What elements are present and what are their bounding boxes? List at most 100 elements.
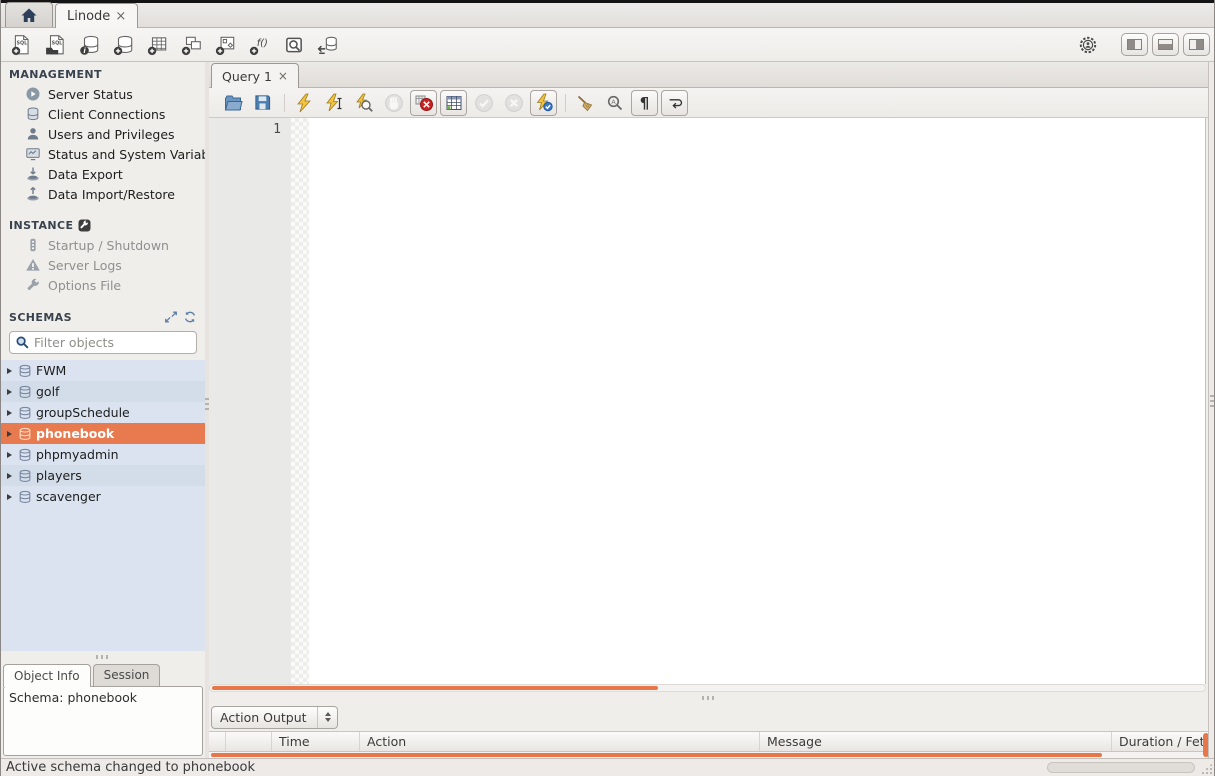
toggle-word-wrap-button[interactable] [661,90,688,116]
new-sql-tab-button[interactable]: SQL [7,31,37,59]
expander-icon[interactable] [7,389,12,395]
fold-margin [291,118,309,684]
beautify-script-button[interactable] [571,90,598,116]
create-schema-button[interactable] [109,31,139,59]
create-schema-icon [113,34,135,56]
status-scrollbar-thumb[interactable] [1047,762,1195,773]
sidebar-item-client-connections[interactable]: Client Connections [1,104,205,124]
toolbar-right-group [1073,31,1210,59]
editor-horizontal-scrollbar[interactable] [209,684,1206,692]
scrollbar-thumb[interactable] [212,686,658,690]
toggle-stop-on-error-button[interactable] [410,90,437,116]
column-message[interactable]: Message [759,732,1111,751]
toggle-bottom-panel-button[interactable] [1152,33,1179,56]
sidebar-splitter[interactable] [1,651,205,662]
toggle-autocommit-button[interactable] [530,90,557,116]
connection-tab-close-icon[interactable]: × [115,9,126,24]
save-script-button[interactable] [249,90,276,116]
sidebar-item-startup-shutdown[interactable]: Startup / Shutdown [1,235,205,255]
column-index[interactable] [225,732,271,751]
sidebar-item-server-logs[interactable]: Server Logs [1,255,205,275]
create-view-button[interactable] [177,31,207,59]
editor-output-splitter[interactable] [209,692,1208,703]
create-function-icon: f() [249,34,271,56]
schema-item[interactable]: groupSchedule [1,402,205,423]
schema-list: FWM golf groupSchedule phonebook php [1,360,205,651]
schema-item[interactable]: FWM [1,360,205,381]
sidebar-item-options-file[interactable]: Options File [1,275,205,295]
refresh-icon[interactable] [183,310,197,324]
column-duration-fetch[interactable]: Duration / Fetch [1111,732,1208,751]
schema-item[interactable]: phonebook [1,423,205,444]
tab-session[interactable]: Session [93,664,161,686]
column-time[interactable]: Time [271,732,359,751]
admin-preferences-button[interactable] [1073,31,1103,59]
column-action[interactable]: Action [359,732,759,751]
dropdown-spinner-icon[interactable] [317,707,337,728]
output-type-label: Action Output [212,710,317,725]
sql-text-area[interactable] [309,118,1205,684]
schema-item[interactable]: phpmyadmin [1,444,205,465]
management-section-title: MANAGEMENT [1,64,205,84]
sql-editor[interactable]: 1 [209,118,1206,684]
execute-statement-button[interactable] [290,90,317,116]
find-button[interactable]: A [601,90,628,116]
tab-object-info[interactable]: Object Info [3,664,91,687]
expander-icon[interactable] [7,368,12,374]
expander-icon[interactable] [7,494,12,500]
expand-icon[interactable] [164,310,178,324]
schema-filter-box [9,331,197,354]
open-sql-script-button[interactable]: SQL [41,31,71,59]
line-number-gutter: 1 [209,118,291,684]
limit-rows-button[interactable] [440,90,467,116]
database-icon [18,490,32,504]
expander-icon[interactable] [7,452,12,458]
create-table-button[interactable] [143,31,173,59]
search-table-data-button[interactable] [279,31,309,59]
sidebar-item-data-export[interactable]: Data Export [1,164,205,184]
schema-item[interactable]: players [1,465,205,486]
status-variables-icon [25,146,41,162]
explain-plan-button[interactable] [350,90,377,116]
toggle-right-panel-button[interactable] [1183,33,1210,56]
commit-transaction-button[interactable] [470,90,497,116]
expander-icon[interactable] [7,410,12,416]
open-sql-script-icon: SQL [45,34,67,56]
connection-tab-linode[interactable]: Linode × [55,3,138,28]
rollback-transaction-button[interactable] [500,90,527,116]
open-script-button[interactable] [219,90,246,116]
sidebar-item-server-status[interactable]: Server Status [1,84,205,104]
database-inspector-button[interactable]: i [75,31,105,59]
right-panel-splitter[interactable] [1208,62,1215,758]
schema-item[interactable]: scavenger [1,486,205,507]
instance-section-title: INSTANCE [1,215,205,235]
expander-icon[interactable] [7,431,12,437]
sidebar-item-users-privileges[interactable]: Users and Privileges [1,124,205,144]
scrollbar-thumb[interactable] [211,753,1102,757]
output-type-dropdown[interactable]: Action Output [211,706,338,729]
home-tab[interactable] [5,2,53,27]
tab-query-1[interactable]: Query 1 × [211,63,299,88]
schema-name: phonebook [36,426,114,441]
output-selector-bar: Action Output [209,703,1208,731]
create-function-button[interactable]: f() [245,31,275,59]
create-stored-procedure-button[interactable] [211,31,241,59]
reconnect-dbms-button[interactable] [313,31,343,59]
autocommit-icon [534,93,554,113]
create-stored-procedure-icon [215,34,237,56]
execute-current-statement-button[interactable] [320,90,347,116]
schema-item[interactable]: golf [1,381,205,402]
column-status-icon[interactable] [209,732,225,751]
lightning-icon [294,93,314,113]
toggle-invisible-characters-button[interactable]: ¶ [631,90,658,116]
resize-grip-icon[interactable] [1200,762,1214,774]
expander-icon[interactable] [7,473,12,479]
toggle-left-panel-button[interactable] [1121,33,1148,56]
schema-filter-input[interactable] [34,335,191,350]
sidebar-item-status-system-variables[interactable]: Status and System Variables [1,144,205,164]
query-tab-close-icon[interactable]: × [278,69,288,83]
sidebar-item-data-import[interactable]: Data Import/Restore [1,184,205,204]
server-status-icon [25,86,41,102]
line-number: 1 [273,122,281,137]
stop-execution-button[interactable] [380,90,407,116]
